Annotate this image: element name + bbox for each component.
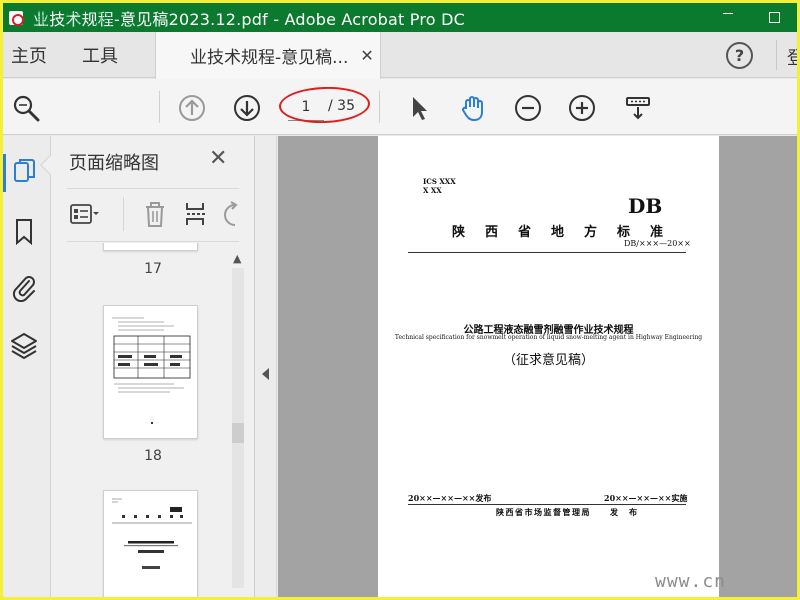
sign-in-button[interactable]: 登	[787, 44, 797, 70]
ics-code: ICS XXX X XX	[423, 177, 456, 195]
panel-collapse-handle[interactable]	[255, 136, 277, 597]
issue-date: 20××—××—××发布	[408, 493, 492, 503]
layers-icon[interactable]	[9, 330, 39, 360]
footer-rule	[408, 504, 686, 505]
pdf-page[interactable]: ICS XXX X XX DB 陕西省地方标准 DB/×××—20×× 公路工程…	[378, 136, 719, 597]
thumbnail-page-number: 18	[144, 448, 162, 464]
ics-line-2: X XX	[423, 186, 442, 195]
insert-page-icon[interactable]	[183, 199, 211, 229]
thumbnail-page[interactable]	[103, 305, 198, 439]
close-panel-icon[interactable]: ✕	[209, 146, 227, 171]
zoom-out-icon[interactable]	[513, 93, 543, 123]
window-controls	[705, 3, 797, 32]
page-number-input[interactable]: 1	[288, 93, 324, 121]
scroll-up-icon[interactable]: ▲	[233, 252, 241, 265]
help-icon[interactable]: ?	[726, 42, 753, 69]
thumbnail-tools	[67, 188, 239, 242]
panel-title: 页面缩略图	[69, 153, 159, 174]
attachment-icon[interactable]	[9, 272, 39, 302]
draft-label: （征求意见稿）	[502, 353, 594, 368]
hand-tool-icon[interactable]	[458, 93, 488, 123]
page-display-icon[interactable]	[623, 93, 653, 123]
maximize-button[interactable]	[751, 3, 797, 32]
page-thumbnails-icon[interactable]	[9, 156, 39, 186]
close-tab-icon[interactable]: ✕	[360, 46, 373, 65]
db-number: DB/×××—20××	[624, 239, 691, 248]
toolbar-divider	[379, 91, 380, 123]
site-watermark: www.cn	[655, 571, 727, 592]
tab-document[interactable]: 业技术规程-意见稿... ✕	[155, 32, 381, 79]
tab-tools-label: 工具	[82, 46, 118, 67]
previous-page-icon[interactable]	[177, 93, 207, 123]
publisher: 陕西省市场监督管理局 发 布	[496, 507, 639, 517]
thumbnail-content	[112, 317, 191, 424]
zoom-search-icon[interactable]	[11, 93, 41, 123]
thumbnail-page-number: 17	[144, 261, 162, 277]
tab-bar: 主页 工具 业技术规程-意见稿... ✕ ? 登	[3, 32, 797, 79]
tab-divider	[776, 40, 777, 70]
acrobat-window: 业技术规程-意见稿2023.12.pdf - Adobe Acrobat Pro…	[3, 3, 797, 597]
document-view[interactable]: ICS XXX X XX DB 陕西省地方标准 DB/×××—20×× 公路工程…	[278, 136, 797, 597]
title-bar: 业技术规程-意见稿2023.12.pdf - Adobe Acrobat Pro…	[3, 3, 797, 32]
implementation-date: 20××—××—××实施	[604, 493, 688, 503]
tools-divider	[123, 197, 124, 231]
tab-document-label: 业技术规程-意见稿...	[190, 48, 349, 68]
delete-page-icon[interactable]	[141, 199, 169, 229]
ics-line-1: ICS XXX	[423, 177, 456, 186]
window-title: 业技术规程-意见稿2023.12.pdf - Adobe Acrobat Pro…	[33, 9, 465, 29]
minimize-icon	[723, 13, 733, 14]
toolbar-divider	[159, 91, 160, 123]
header-rule	[408, 252, 686, 253]
maximize-icon	[768, 12, 780, 23]
collapse-arrow-icon[interactable]	[262, 368, 269, 380]
scrollbar-thumb[interactable]	[232, 423, 244, 443]
tab-tools[interactable]: 工具	[82, 32, 118, 78]
thumbnail-options-icon[interactable]	[69, 201, 99, 229]
select-cursor-icon[interactable]	[404, 93, 434, 123]
navigation-rail	[3, 136, 51, 597]
page-total-count: / 35	[328, 98, 355, 114]
thumbnails-panel: 页面缩略图 ✕ 17 18 ▲	[40, 136, 255, 597]
thumbnail-page[interactable]	[103, 243, 198, 251]
document-title-en: Technical specification for snowmelt ope…	[394, 334, 703, 341]
thumbnail-page[interactable]	[103, 490, 198, 597]
bookmark-icon[interactable]	[9, 216, 39, 246]
zoom-in-icon[interactable]	[567, 93, 597, 123]
minimize-button[interactable]	[705, 3, 751, 32]
active-indicator	[3, 154, 6, 192]
tab-home[interactable]: 主页	[11, 32, 47, 78]
rotate-page-icon[interactable]	[221, 199, 241, 229]
db-mark: DB	[628, 194, 663, 218]
province-standard: 陕西省地方标准	[452, 225, 684, 240]
thumbnail-list[interactable]: 17 18	[51, 243, 255, 597]
thumbnail-scrollbar[interactable]: ▲	[229, 248, 247, 597]
thumbnail-content	[112, 498, 192, 569]
next-page-icon[interactable]	[232, 93, 262, 123]
tab-home-label: 主页	[11, 46, 47, 67]
acrobat-logo-icon	[7, 8, 27, 28]
main-toolbar: 1 / 35	[3, 79, 797, 135]
